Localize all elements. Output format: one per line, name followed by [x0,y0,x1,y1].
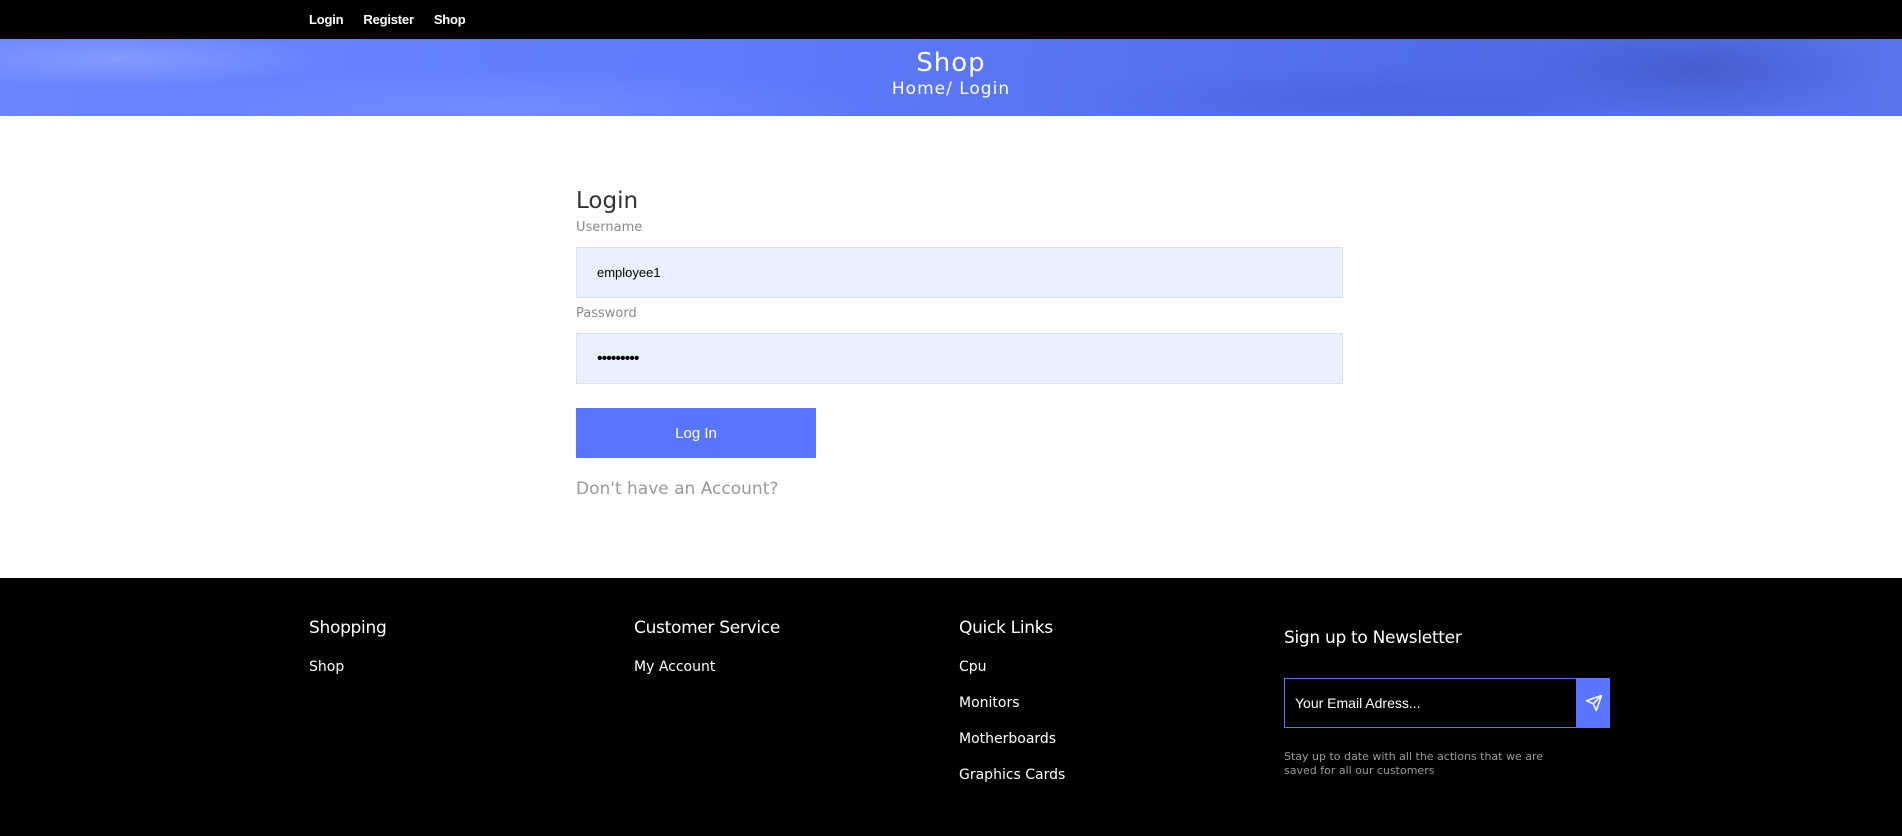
footer-quick-links-title: Quick Links [959,618,1053,638]
breadcrumb: Home/ Login [891,79,1011,99]
newsletter-submit-button[interactable] [1577,678,1610,728]
footer-link-monitors[interactable]: Monitors [959,695,1065,731]
nav-shop-link[interactable]: Shop [434,12,466,27]
footer-link-motherboards[interactable]: Motherboards [959,731,1065,767]
top-nav: Login Register Shop [0,0,1902,39]
page-title: Shop [916,48,986,78]
login-form: Login Username employee1 Password ••••••… [576,188,1343,499]
send-icon [1585,694,1602,712]
newsletter-form: Your Email Adress... [1284,678,1610,728]
hero-banner: Shop Home/ Login [0,39,1902,116]
login-button[interactable]: Log In [576,408,816,458]
newsletter-title: Sign up to Newsletter [1284,628,1462,648]
username-input[interactable]: employee1 [576,247,1343,298]
newsletter: Sign up to Newsletter Your Email Adress.… [1284,628,1610,778]
footer-shopping-title: Shopping [309,618,387,638]
footer-link-shop[interactable]: Shop [309,659,386,695]
footer-link-cpu[interactable]: Cpu [959,659,1065,695]
register-link[interactable]: Don't have an Account? [576,479,1343,499]
password-label: Password [576,306,637,321]
footer-link-graphics-cards[interactable]: Graphics Cards [959,767,1065,803]
password-input[interactable]: ••••••••• [576,333,1343,384]
username-label: Username [576,220,643,235]
footer-shopping: Shopping Shop [309,618,387,695]
login-heading: Login [576,188,639,214]
footer: Shopping Shop Customer Service My Accoun… [0,578,1902,836]
footer-link-my-account[interactable]: My Account [634,659,780,695]
nav-login-link[interactable]: Login [309,12,344,27]
newsletter-note: Stay up to date with all the actions tha… [1284,750,1544,777]
footer-customer-service-title: Customer Service [634,618,781,638]
nav-links: Login Register Shop [309,0,486,39]
nav-register-link[interactable]: Register [363,12,414,27]
newsletter-email-input[interactable]: Your Email Adress... [1284,678,1577,728]
footer-quick-links: Quick Links Cpu Monitors Motherboards Gr… [959,618,1065,803]
footer-customer-service: Customer Service My Account [634,618,780,695]
